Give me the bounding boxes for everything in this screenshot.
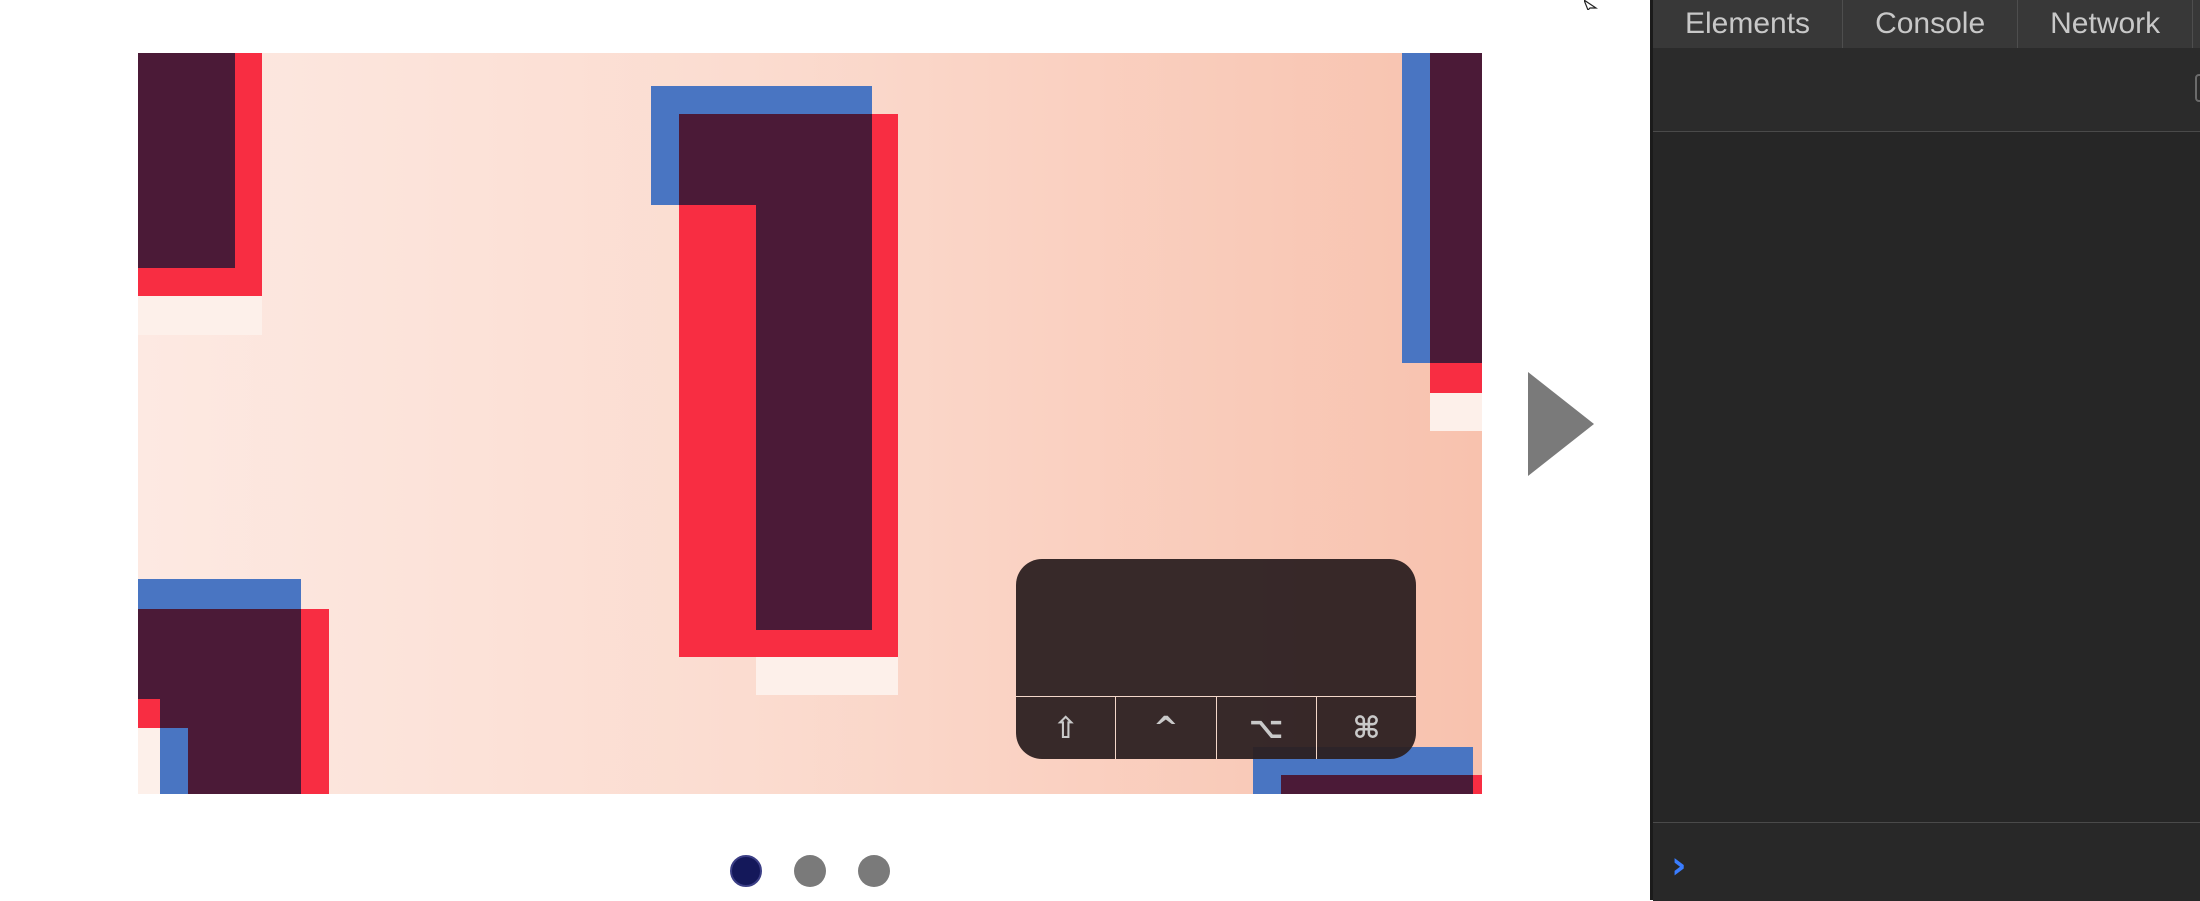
tab-network[interactable]: Network	[2018, 0, 2194, 48]
devtools-panel: Elements Console Network ›	[1650, 0, 2200, 901]
prompt-chevron-icon: ›	[1671, 843, 1687, 887]
glyph-body	[1430, 53, 1482, 363]
glyph-body	[138, 53, 235, 268]
page-area: ⇧ ^ ⌥ ⌘	[0, 0, 1650, 900]
next-slide-arrow-icon[interactable]	[1528, 372, 1594, 476]
slide-pagination	[730, 855, 890, 887]
glyph-shadow-blue	[160, 728, 188, 794]
glyph-shadow-light	[138, 296, 262, 335]
control-key[interactable]: ^	[1116, 697, 1217, 759]
devtools-tab-bar: Elements Console Network	[1653, 0, 2200, 49]
slide-dot-1[interactable]	[730, 855, 762, 887]
modifier-key-row: ⇧ ^ ⌥ ⌘	[1016, 696, 1416, 759]
console-output	[1653, 132, 2200, 822]
mouse-cursor-icon	[1584, 0, 1598, 10]
devtools-toolbar	[1653, 48, 2200, 132]
tab-console[interactable]: Console	[1843, 0, 2019, 48]
modifier-keys-overlay: ⇧ ^ ⌥ ⌘	[1016, 559, 1416, 759]
glyph-body	[679, 114, 872, 205]
glyph-shadow-red	[1430, 363, 1482, 393]
shift-key[interactable]: ⇧	[1016, 697, 1117, 759]
slide-dot-3[interactable]	[858, 855, 890, 887]
slide-dot-2[interactable]	[794, 855, 826, 887]
tab-elements[interactable]: Elements	[1653, 0, 1844, 48]
glyph-body	[1281, 775, 1473, 794]
glyph-shadow-red	[138, 699, 160, 728]
console-input[interactable]: ›	[1653, 822, 2200, 901]
toolbar-toggle-button[interactable]	[2195, 74, 2200, 102]
glyph-shadow-light	[1430, 393, 1482, 431]
glyph-shadow-light	[756, 657, 898, 695]
glyph-shadow-red	[679, 205, 729, 235]
command-key[interactable]: ⌘	[1317, 697, 1416, 759]
option-key[interactable]: ⌥	[1217, 697, 1317, 759]
glyph-shadow-light	[138, 728, 160, 794]
glyph-shadow-blue	[138, 579, 301, 609]
glyph-body	[756, 205, 872, 630]
